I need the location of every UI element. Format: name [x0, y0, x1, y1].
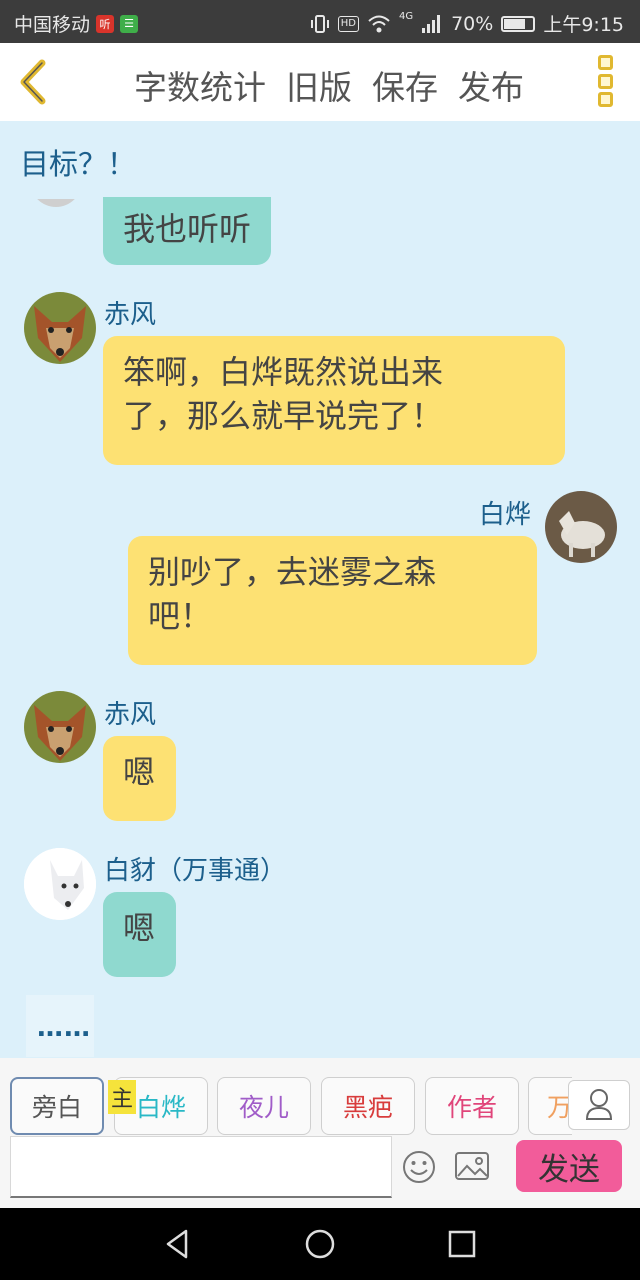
image-button[interactable] [454, 1150, 490, 1182]
battery-icon [501, 15, 536, 32]
main-role-badge: 主 [108, 1080, 136, 1114]
message-text: 我也听听 [123, 210, 252, 248]
compose-bar: 发送 [0, 1136, 640, 1208]
status-bar: 中国移动 听 ☰ HD 4G 70% 上午9:15 [0, 0, 640, 43]
message-text-line: 吧！ [148, 597, 213, 635]
old-version-button[interactable]: 旧版 [286, 61, 352, 109]
image-icon [455, 1152, 489, 1180]
more-dot-icon [598, 73, 613, 89]
role-label: 作者 [446, 1093, 497, 1122]
role-chip-heiba[interactable]: 黑疤 [321, 1077, 415, 1135]
save-button[interactable]: 保存 [372, 61, 438, 109]
speaker-name: 赤风 [104, 700, 157, 730]
speaker-name: 白烨 [479, 500, 532, 530]
more-dot-icon [598, 92, 613, 107]
top-toolbar: 字数统计 旧版 保存 发布 [0, 43, 640, 121]
android-app-icon: ☰ [120, 14, 139, 33]
toolbar-actions: 字数统计 旧版 保存 发布 [134, 61, 524, 109]
arctic-fox-avatar-image [24, 848, 96, 920]
white-wolf-avatar-image [545, 491, 617, 563]
status-bar-right: HD 4G 70% 上午9:15 [310, 10, 624, 37]
role-label: 黑疤 [342, 1093, 393, 1122]
message-bubble[interactable]: 我也听听 [103, 197, 272, 265]
role-label: 旁白 [31, 1093, 82, 1122]
role-chip-yeer[interactable]: 夜儿 [217, 1077, 311, 1135]
message-text: 嗯 [123, 753, 156, 791]
avatar-baiye[interactable] [545, 491, 617, 563]
message-bubble[interactable]: 嗯 [103, 736, 176, 821]
typing-indicator: …… [26, 995, 94, 1057]
system-nav-bar [0, 1208, 640, 1280]
wolf-avatar-image [24, 292, 96, 364]
signal-icon [422, 14, 441, 33]
goal-text: 目标？！ [20, 147, 137, 181]
wifi-icon [368, 15, 390, 32]
emoji-icon [403, 1151, 435, 1183]
role-chip-wan[interactable]: 万 [528, 1077, 572, 1135]
speaker-name: 白豺（万事通） [104, 856, 287, 886]
avatar-baichai[interactable] [24, 848, 96, 920]
message-text: 嗯 [123, 909, 156, 947]
battery-percent: 70% [451, 12, 494, 35]
home-circle-icon[interactable] [302, 1226, 338, 1262]
publish-button[interactable]: 发布 [458, 61, 524, 109]
emoji-button[interactable] [402, 1150, 436, 1184]
message-text-line: 笨啊，白烨既然说出来 [123, 353, 444, 391]
listen-app-icon: 听 [96, 14, 115, 33]
hd-icon: HD [337, 15, 359, 32]
message-text-line: 别吵了，去迷雾之森 [148, 553, 437, 591]
role-selector-bar: 旁白 白烨 主 夜儿 黑疤 作者 万 [0, 1058, 640, 1136]
chevron-left-icon [20, 59, 46, 105]
wolf-avatar-image [24, 691, 96, 763]
status-bar-left: 中国移动 听 ☰ [14, 10, 139, 37]
message-bubble[interactable]: 笨啊，白烨既然说出来 了，那么就早说完了！ [103, 336, 565, 465]
role-label: 白烨 [135, 1093, 186, 1122]
speaker-name: 赤风 [104, 300, 157, 330]
chat-area[interactable]: 目标？！ 我也听听 赤风 笨啊，白烨既然说出来 了，那么就早说完了！ 白烨 别吵… [0, 121, 640, 1058]
role-chip-narrator[interactable]: 旁白 [10, 1077, 104, 1135]
network-type: 4G [398, 11, 414, 22]
send-button[interactable]: 发送 [516, 1140, 622, 1192]
role-chip-author[interactable]: 作者 [425, 1077, 519, 1135]
recents-square-icon[interactable] [444, 1226, 480, 1262]
person-icon [585, 1089, 613, 1120]
back-triangle-icon[interactable] [160, 1226, 196, 1262]
more-dot-icon [598, 55, 613, 70]
role-label: 夜儿 [238, 1093, 289, 1122]
carrier-name: 中国移动 [14, 14, 91, 36]
message-bubble[interactable]: 嗯 [103, 892, 176, 977]
vibrate-icon [310, 14, 329, 33]
clock: 上午9:15 [543, 14, 624, 36]
message-bubble[interactable]: 别吵了，去迷雾之森 吧！ [128, 536, 537, 665]
word-count-button[interactable]: 字数统计 [134, 61, 266, 109]
manage-roles-button[interactable] [568, 1080, 630, 1130]
message-text-line: 了，那么就早说完了！ [123, 397, 444, 435]
back-button[interactable] [14, 59, 54, 105]
avatar-chifeng[interactable] [24, 691, 96, 763]
more-menu-button[interactable] [598, 55, 618, 107]
avatar-chifeng[interactable] [24, 292, 96, 364]
message-input[interactable] [10, 1136, 392, 1198]
